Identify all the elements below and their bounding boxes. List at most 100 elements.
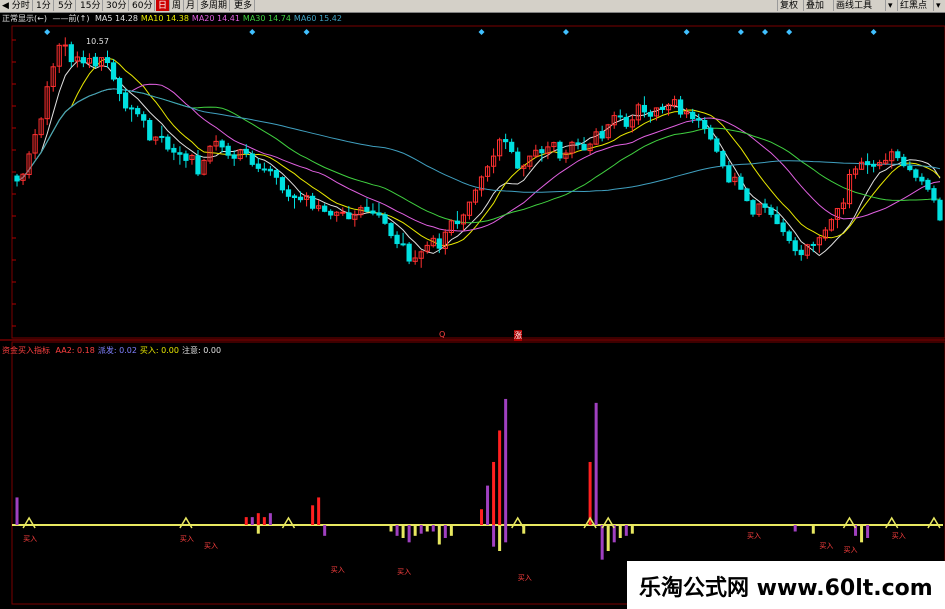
indicator-neg-bar: [256, 525, 260, 534]
candle-body: [80, 57, 86, 64]
buy-signal-marker: [281, 516, 296, 529]
buy-signal-marker: [511, 516, 525, 529]
indicator-bar: [504, 398, 508, 525]
signal-diamond: [870, 29, 877, 35]
candle-body: [285, 189, 292, 197]
signal-diamond: [737, 29, 744, 35]
signal-text-6: 买入: [747, 532, 761, 540]
indicator-neg-bar: [498, 525, 502, 551]
signal-text-8: 买入: [843, 546, 857, 554]
signal-diamond: [303, 29, 310, 35]
signal-diamond: [786, 29, 793, 35]
candle-body: [454, 220, 460, 225]
candle-body: [925, 179, 931, 190]
indicator-bar: [268, 513, 272, 525]
candle-body: [696, 118, 702, 121]
buy-signal-marker: [842, 516, 857, 529]
candle-body: [183, 153, 189, 161]
candle-body: [720, 151, 726, 167]
candle-body: [261, 168, 267, 171]
indicator-neg-bar: [395, 525, 399, 536]
signal-text-1: 买入: [180, 535, 194, 543]
indicator-neg-bar: [431, 525, 435, 532]
candle-body: [273, 170, 280, 178]
signal-diamond: [44, 29, 51, 35]
indicator-neg-bar: [606, 525, 610, 551]
candle-body: [231, 154, 237, 159]
candle-body: [135, 108, 141, 115]
candle-body: [62, 44, 68, 47]
candle-body: [726, 165, 732, 183]
sub-legend-name[interactable]: 资金买入指标: [2, 346, 50, 355]
candle-body: [792, 240, 798, 252]
candle-body: [575, 142, 581, 145]
signal-diamond: [762, 29, 769, 35]
candle-body: [744, 188, 750, 202]
candle-body: [931, 188, 937, 201]
indicator-neg-bar: [630, 525, 634, 534]
signal-text-5: 买入: [518, 574, 532, 582]
indicator-bar: [317, 497, 321, 525]
candle-body: [195, 155, 201, 175]
candle-body: [750, 200, 756, 215]
candlestick-chart[interactable]: 买入 买入买入买入 买入买入买入买入 买入买入: [0, 0, 945, 609]
candle-body: [322, 205, 328, 212]
candle-body: [768, 207, 774, 215]
signal-text-4: 买入: [397, 568, 411, 576]
indicator-neg-bar: [504, 525, 508, 543]
sub-legend-item-3: 注意: 0.00: [181, 346, 222, 355]
ma-line-1: [16, 57, 941, 247]
indicator-neg-bar: [323, 525, 327, 536]
candle-body: [122, 92, 129, 109]
indicator-neg-bar: [419, 525, 423, 534]
candle-body: [515, 151, 521, 169]
candle-body: [394, 234, 400, 245]
indicator-neg-bar: [618, 525, 622, 538]
candle-body: [690, 111, 696, 120]
indicator-bar: [588, 461, 592, 525]
candle-body: [937, 199, 943, 221]
signal-diamond: [249, 29, 256, 35]
candle-body: [364, 206, 370, 212]
candle-body: [340, 211, 346, 214]
candle-body: [623, 116, 629, 127]
candle-body: [714, 138, 720, 152]
candle-body: [919, 176, 925, 182]
indicator-neg-bar: [860, 525, 864, 543]
candle-body: [388, 223, 394, 237]
indicator-neg-bar: [811, 525, 815, 534]
candle-body: [291, 195, 298, 199]
candle-body: [702, 120, 708, 129]
ma-line-2: [16, 83, 941, 232]
candle-body: [659, 106, 666, 110]
candle-body: [641, 104, 648, 113]
ma-line-0: [16, 60, 941, 257]
signal-text-0: 买入: [23, 535, 37, 543]
sub-indicator-legend: 资金买入指标 AA2: 0.18 派发: 0.02 买入: 0.00 注意: 0.00: [2, 346, 224, 356]
signal-diamond: [683, 29, 690, 35]
signal-marker-rise: 涨: [514, 330, 522, 341]
indicator-bar: [244, 517, 248, 525]
indicator-neg-bar: [401, 525, 405, 538]
indicator-bar: [256, 513, 260, 525]
candle-body: [539, 149, 545, 154]
buy-signal-marker: [179, 516, 193, 529]
indicator-bar: [486, 485, 490, 525]
indicator-bar: [492, 461, 496, 525]
candle-body: [279, 177, 286, 191]
price-panel-frame: [11, 25, 945, 339]
candle-body: [68, 44, 74, 63]
indicator-bar: [250, 517, 254, 525]
candle-body: [406, 243, 412, 262]
buy-signal-marker: [22, 516, 36, 529]
candle-body: [503, 139, 509, 143]
indicator-neg-bar: [413, 525, 417, 536]
candle-body: [907, 165, 913, 171]
candle-body: [219, 140, 225, 148]
candle-body: [762, 203, 768, 208]
indicator-neg-bar: [443, 525, 447, 538]
candle-body: [171, 147, 177, 153]
indicator-neg-bar: [793, 525, 797, 532]
indicator-neg-bar: [437, 525, 441, 545]
sub-legend-item-1: 派发: 0.02: [97, 346, 137, 355]
